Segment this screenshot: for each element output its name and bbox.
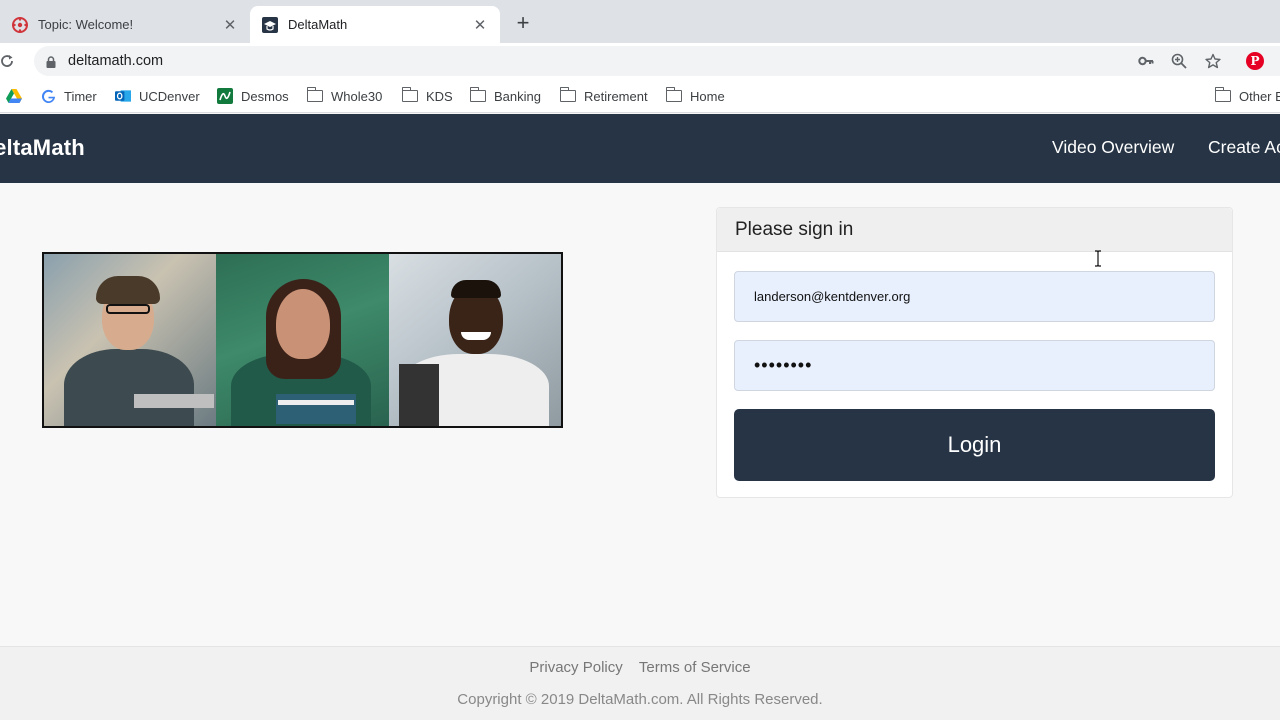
close-tab-icon[interactable]: ✕ (222, 17, 238, 34)
student-photo-1 (44, 254, 217, 426)
tab-deltamath[interactable]: DeltaMath ✕ (250, 6, 500, 43)
login-button[interactable]: Login (734, 409, 1215, 481)
folder-icon (665, 87, 682, 104)
student-photo-3 (388, 254, 561, 426)
site-brand[interactable]: DeltaMath (0, 135, 85, 161)
bookmark-label: UCDenver (139, 88, 200, 104)
bookmark-label: Timer (64, 88, 97, 104)
bookmark-star-icon[interactable] (1205, 53, 1221, 69)
privacy-policy-link[interactable]: Privacy Policy (529, 659, 622, 676)
nav-video-overview[interactable]: Video Overview (1052, 137, 1174, 158)
student-photo-2 (216, 254, 389, 426)
folder-icon (306, 87, 323, 104)
bookmark-retirement[interactable]: Retirement (559, 86, 648, 106)
new-tab-button[interactable]: + (512, 12, 534, 34)
password-field[interactable]: •••••••• (734, 340, 1215, 391)
site-navbar: DeltaMath Video Overview Create Account (0, 114, 1280, 183)
bookmark-label: Whole30 (331, 88, 383, 104)
url-text: deltamath.com (68, 53, 164, 69)
zoom-icon[interactable] (1171, 53, 1187, 69)
nav-create-account[interactable]: Create Account (1208, 137, 1280, 158)
browser-tabstrip: Topic: Welcome! ✕ DeltaMath ✕ + (0, 0, 1280, 43)
bookmark-google-drive[interactable] (6, 86, 30, 106)
address-bar[interactable]: deltamath.com (34, 46, 1280, 76)
text-cursor-icon (1095, 250, 1101, 267)
site-footer: Privacy Policy Terms of Service Copyrigh… (0, 646, 1280, 720)
bookmark-other[interactable]: Other B (1214, 86, 1280, 106)
bookmark-label: Retirement (584, 88, 648, 104)
bookmark-whole30[interactable]: Whole30 (306, 86, 383, 106)
desmos-icon (217, 88, 233, 104)
bookmark-timer[interactable]: Timer (40, 86, 97, 106)
google-drive-icon (6, 88, 22, 104)
folder-icon (469, 87, 486, 104)
bookmark-home[interactable]: Home (665, 86, 725, 106)
email-field[interactable]: landerson@kentdenver.org (734, 271, 1215, 322)
copyright-text: Copyright © 2019 DeltaMath.com. All Righ… (457, 691, 823, 708)
close-tab-icon[interactable]: ✕ (472, 17, 488, 34)
key-icon[interactable] (1138, 53, 1154, 69)
bookmark-ucdenver[interactable]: UCDenver (115, 86, 200, 106)
bookmark-banking[interactable]: Banking (469, 86, 541, 106)
reload-icon[interactable] (0, 52, 18, 70)
google-icon (40, 88, 56, 104)
bookmark-label: KDS (426, 88, 453, 104)
canvas-icon (12, 16, 28, 33)
bookmark-label: Banking (494, 88, 541, 104)
pinterest-extension-icon[interactable]: P (1246, 52, 1264, 70)
signin-panel: Please sign in landerson@kentdenver.org … (716, 207, 1233, 498)
lock-icon (46, 55, 56, 68)
folder-icon (401, 87, 418, 104)
browser-toolbar: deltamath.com (0, 43, 1280, 79)
graduation-cap-icon (262, 16, 278, 33)
bookmark-desmos[interactable]: Desmos (217, 86, 289, 106)
folder-icon (1214, 87, 1231, 104)
tab-title: Topic: Welcome! (38, 17, 134, 32)
bookmark-label: Other B (1239, 88, 1280, 104)
tab-title: DeltaMath (288, 17, 348, 32)
folder-icon (559, 87, 576, 104)
bookmark-label: Desmos (241, 88, 289, 104)
students-photo (42, 252, 563, 428)
outlook-icon (115, 88, 131, 104)
footer-links: Privacy Policy Terms of Service (0, 659, 1280, 676)
bookmark-kds[interactable]: KDS (401, 86, 453, 106)
terms-of-service-link[interactable]: Terms of Service (639, 659, 751, 676)
bookmark-label: Home (690, 88, 725, 104)
tab-topic-welcome[interactable]: Topic: Welcome! ✕ (0, 6, 250, 43)
signin-heading: Please sign in (717, 208, 1232, 252)
bookmarks-bar: Timer UCDenver Desmos Whole30 KDS Bankin… (0, 79, 1280, 113)
